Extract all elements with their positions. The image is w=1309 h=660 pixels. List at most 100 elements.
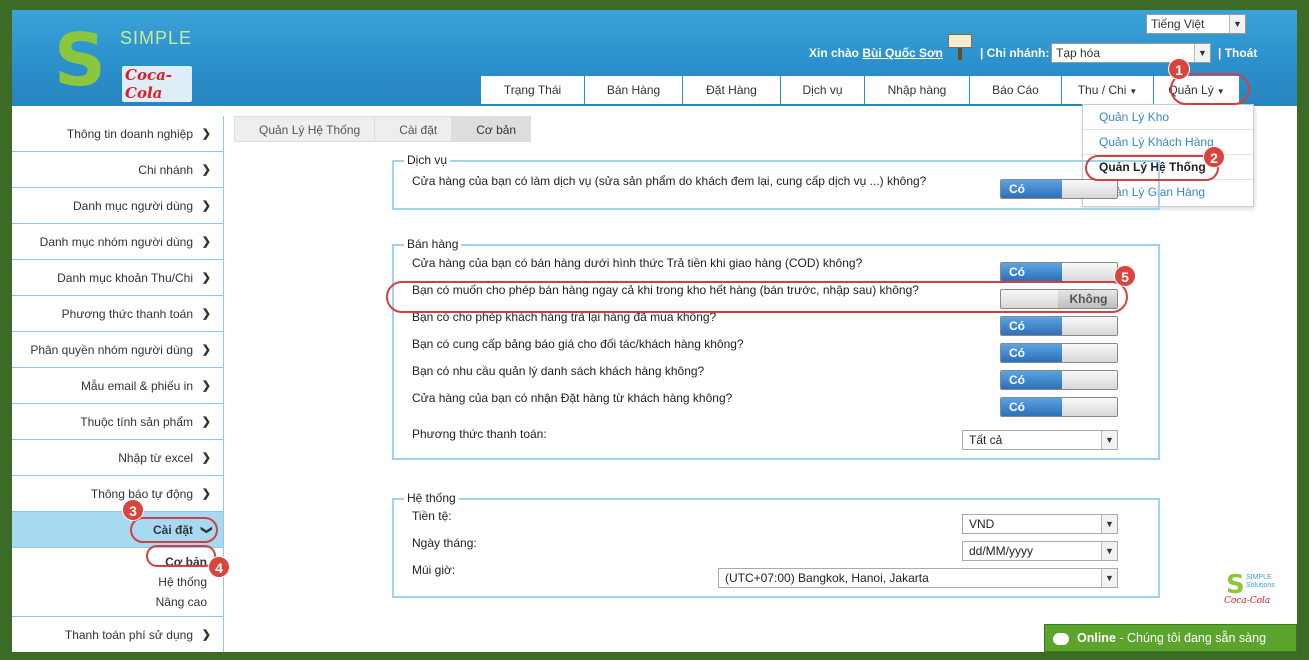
menu-quan-ly-kho[interactable]: Quản Lý Kho [1083, 105, 1253, 130]
language-select[interactable]: Tiếng Việt ▼ [1146, 14, 1246, 34]
nav-dich-vu[interactable]: Dịch vụ [781, 76, 865, 104]
timezone-value: (UTC+07:00) Bangkok, Hanoi, Jakarta [725, 571, 929, 585]
caret-down-icon: ▼ [1216, 87, 1225, 96]
nav-quan-ly-label: Quản Lý [1168, 83, 1214, 97]
date-format-label: Ngày tháng: [412, 536, 477, 550]
sidebar-item-chi-nhanh[interactable]: Chi nhánh ❯ [12, 152, 223, 188]
chevron-right-icon: ❯ [201, 416, 211, 428]
language-value: Tiếng Việt [1151, 17, 1205, 31]
branch-select[interactable]: Tạp hóa ▼ [1051, 43, 1211, 63]
sidebar-submenu: Cơ bản Hệ thống Nâng cao [12, 548, 223, 617]
chevron-right-icon: ❯ [201, 164, 211, 176]
chevron-down-icon: ❯ [200, 525, 213, 535]
sidebar-item-cai-dat[interactable]: Cài đặt ❯ [12, 512, 223, 548]
payment-method-select[interactable]: Tất cả ▼ [962, 430, 1118, 450]
nav-thu-chi-label: Thu / Chi [1077, 83, 1127, 97]
app-frame: S SIMPLE Coca-Cola Tiếng Việt ▼ Xin chào… [12, 10, 1297, 652]
cod-toggle[interactable]: Có [1000, 262, 1118, 282]
sidebar-sub-nang-cao[interactable]: Nâng cao [12, 592, 223, 612]
timezone-select[interactable]: (UTC+07:00) Bangkok, Hanoi, Jakarta ▼ [718, 568, 1118, 588]
sidebar-item-thanh-toan-phi[interactable]: Thanh toán phí sử dụng ❯ [12, 617, 223, 652]
toggle-on-label: Có [1001, 344, 1062, 362]
sidebar-item-thu-chi[interactable]: Danh mục khoản Thu/Chi ❯ [12, 260, 223, 296]
currency-label: Tiền tệ: [412, 509, 452, 523]
chat-status: Online [1077, 631, 1116, 645]
chevron-down-icon: ▼ [1101, 569, 1117, 587]
greeting: Xin chào Bùi Quốc Sơn [809, 46, 943, 60]
sidebar-item-nhom-nguoi-dung[interactable]: Danh mục nhóm người dùng ❯ [12, 224, 223, 260]
step-badge-4: 4 [208, 556, 230, 578]
section-legend: Hệ thống [404, 491, 459, 505]
cod-question: Cửa hàng của bạn có bán hàng dưới hình t… [412, 256, 863, 270]
nav-ban-hang[interactable]: Bán Hàng [585, 76, 683, 104]
logout-link[interactable]: | Thoát [1218, 46, 1257, 60]
footer-simple-logo: S SIMPLE Solutions Coca-Cola [1224, 570, 1275, 606]
online-chat-bar[interactable]: Online - Chúng tôi đang sẵn sàng [1044, 624, 1297, 652]
breadcrumb-quan-ly-he-thong[interactable]: Quản Lý Hệ Thống [234, 116, 376, 142]
nav-trang-thai[interactable]: Trạng Thái [481, 76, 585, 104]
sidebar-item-thong-tin[interactable]: Thông tin doanh nghiệp ❯ [12, 116, 223, 152]
sidebar-item-mau-email[interactable]: Mẫu email & phiếu in ❯ [12, 368, 223, 404]
nav-dat-hang[interactable]: Đặt Hàng [683, 76, 781, 104]
return-toggle[interactable]: Có [1000, 316, 1118, 336]
chevron-right-icon: ❯ [201, 308, 211, 320]
signboard-icon[interactable] [948, 32, 972, 60]
sidebar-item-label: Danh mục nhóm người dùng [39, 235, 193, 249]
nav-nhap-hang[interactable]: Nhập hàng [865, 76, 970, 104]
order-question: Cửa hàng của bạn có nhận Đặt hàng từ khá… [412, 391, 733, 405]
sidebar-item-nguoi-dung[interactable]: Danh mục người dùng ❯ [12, 188, 223, 224]
currency-select[interactable]: VND ▼ [962, 514, 1118, 534]
logo-text: SIMPLE [120, 28, 193, 48]
chevron-right-icon: ❯ [201, 236, 211, 248]
customer-list-question: Bạn có nhu cầu quản lý danh sách khách h… [412, 364, 705, 378]
caret-down-icon: ▼ [1129, 87, 1138, 96]
sidebar-item-thuoc-tinh[interactable]: Thuộc tính sản phẩm ❯ [12, 404, 223, 440]
date-format-select[interactable]: dd/MM/yyyy ▼ [962, 541, 1118, 561]
nav-thu-chi[interactable]: Thu / Chi ▼ [1062, 76, 1154, 104]
dich-vu-toggle[interactable]: Có [1000, 179, 1118, 199]
payment-method-label: Phương thức thanh toán: [412, 427, 547, 441]
breadcrumb-cai-dat[interactable]: Cài đặt [374, 116, 453, 142]
sidebar: Thông tin doanh nghiệp ❯ Chi nhánh ❯ Danh … [12, 116, 224, 652]
chevron-right-icon: ❯ [201, 629, 211, 641]
main-nav: Trạng Thái Bán Hàng Đặt Hàng Dịch vụ Nhậ… [481, 76, 1240, 104]
sidebar-item-label: Danh mục người dùng [73, 199, 193, 213]
logo-s-mark: S [54, 18, 106, 102]
simple-logo[interactable]: S SIMPLE Coca-Cola [42, 22, 192, 102]
step-badge-3: 3 [122, 499, 144, 521]
chevron-down-icon: ▼ [1101, 515, 1117, 533]
sidebar-sub-he-thong[interactable]: Hệ thống [12, 572, 223, 592]
customer-list-toggle[interactable]: Có [1000, 370, 1118, 390]
sidebar-item-label: Cài đặt [152, 523, 193, 537]
toggle-on-label: Có [1001, 371, 1062, 389]
chevron-right-icon: ❯ [201, 344, 211, 356]
coca-cola-logo: Coca-Cola [122, 66, 192, 102]
section-he-thong: Hệ thống Tiền tệ: VND ▼ Ngày tháng: dd/M… [392, 491, 1160, 598]
sidebar-item-nhap-excel[interactable]: Nhập từ excel ❯ [12, 440, 223, 476]
nav-quan-ly[interactable]: Quản Lý ▼ [1154, 76, 1240, 104]
chevron-right-icon: ❯ [201, 488, 211, 500]
breadcrumb: Quản Lý Hệ Thống Cài đặt Cơ bản [234, 116, 532, 142]
branch-value: Tạp hóa [1056, 46, 1101, 60]
order-toggle[interactable]: Có [1000, 397, 1118, 417]
section-dich-vu: Dịch vụ Cửa hàng của bạn có làm dịch vụ … [392, 153, 1160, 210]
quote-toggle[interactable]: Có [1000, 343, 1118, 363]
menu-quan-ly-khach-hang[interactable]: Quản Lý Khách Hàng [1083, 130, 1253, 155]
user-name-link[interactable]: Bùi Quốc Sơn [862, 46, 943, 60]
chevron-right-icon: ❯ [201, 200, 211, 212]
sidebar-item-label: Phương thức thanh toán [61, 307, 193, 321]
greeting-prefix: Xin chào [809, 46, 860, 60]
quote-question: Bạn có cung cấp bảng báo giá cho đối tác… [412, 337, 744, 351]
sidebar-item-label: Chi nhánh [138, 163, 193, 177]
chat-bubble-icon [1053, 632, 1069, 645]
oversell-toggle[interactable]: Không [1000, 289, 1118, 309]
sidebar-item-thong-bao[interactable]: Thông báo tự động ❯ [12, 476, 223, 512]
chat-message: - Chúng tôi đang sẵn sàng [1119, 631, 1267, 645]
step-badge-1: 1 [1168, 58, 1190, 80]
section-legend: Bán hàng [404, 237, 462, 251]
sidebar-item-thanh-toan[interactable]: Phương thức thanh toán ❯ [12, 296, 223, 332]
nav-bao-cao[interactable]: Báo Cáo [970, 76, 1062, 104]
sidebar-sub-co-ban[interactable]: Cơ bản [12, 552, 223, 572]
chevron-down-icon: ▼ [1101, 542, 1117, 560]
sidebar-item-phan-quyen[interactable]: Phân quyền nhóm người dùng ❯ [12, 332, 223, 368]
